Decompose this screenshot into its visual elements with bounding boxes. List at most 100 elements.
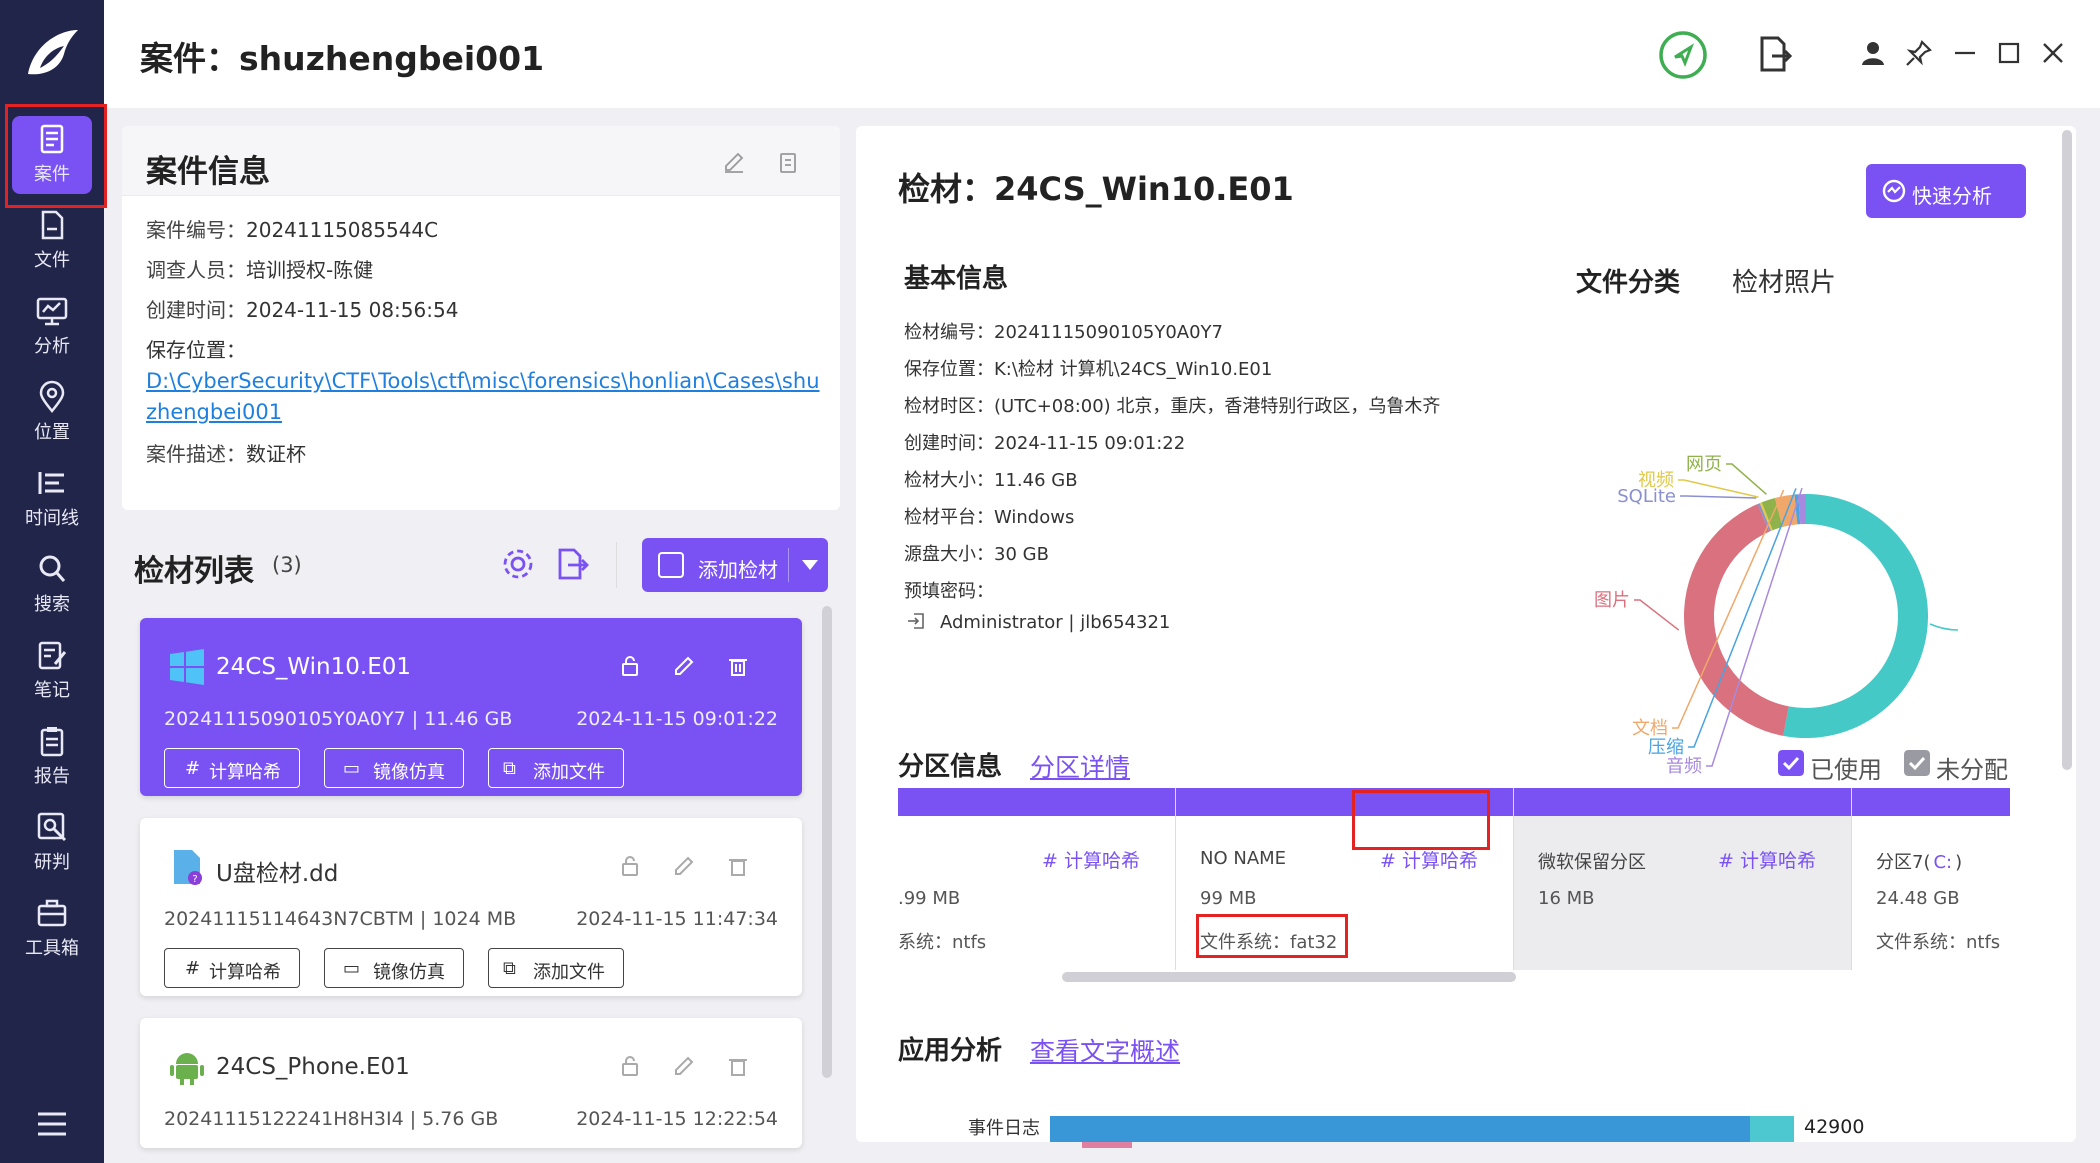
add-file-button[interactable]: ⧉ 添加文件 (488, 748, 624, 788)
edit-icon[interactable] (722, 150, 746, 174)
info-row: 保存位置：K:\检材 计算机\24CS_Win10.E01 (904, 359, 1273, 380)
edit-icon[interactable] (672, 854, 696, 878)
sidebar-item-label: 笔记 (34, 680, 70, 701)
evidence-card[interactable]: 24CS_Win10.E01 20241115090105Y0A0Y7 | 11… (140, 618, 802, 796)
trash-icon[interactable] (726, 1054, 750, 1078)
compute-hash-link[interactable]: # 计算哈希 (1042, 846, 1140, 873)
quick-analysis-button[interactable]: 快速分析 (1866, 164, 2026, 218)
used-label: 已使用 (1810, 756, 1882, 784)
trash-icon[interactable] (726, 654, 750, 678)
sidebar-item-timeline[interactable]: 时间线 (0, 456, 104, 538)
add-evidence-button[interactable]: 添加检材 (642, 538, 828, 592)
detail-scrollbar[interactable] (2062, 130, 2072, 770)
evidence-meta: 20241115090105Y0A0Y7 | 11.46 GB (164, 708, 513, 730)
edit-icon[interactable] (672, 654, 696, 678)
edit-icon[interactable] (672, 1054, 696, 1078)
sidebar-item-label: 搜索 (34, 594, 70, 615)
menu-icon[interactable] (36, 1110, 68, 1138)
partition-column[interactable]: 微软保留分区 16 MB # 计算哈希 (1514, 788, 1852, 970)
compute-hash-link[interactable]: # 计算哈希 (1380, 846, 1478, 873)
donut-slice-其他[interactable] (1783, 494, 1928, 738)
sidebar-item-report[interactable]: 报告 (0, 714, 104, 796)
partition-column[interactable]: .99 MB 系统：ntfs # 计算哈希 (898, 788, 1176, 970)
compute-hash-button[interactable]: # 计算哈希 (164, 948, 300, 988)
slice-label: 音频 (1666, 756, 1702, 777)
rocket-icon[interactable] (1658, 30, 1708, 80)
tab-file-category[interactable]: 文件分类 (1576, 262, 1680, 299)
lock-icon[interactable] (618, 854, 642, 878)
export-icon[interactable] (554, 546, 590, 582)
bar-label: 事件日志 (968, 1118, 1040, 1139)
timeline-icon (38, 472, 64, 494)
used-checkbox[interactable] (1778, 750, 1804, 776)
pin-icon[interactable] (1904, 38, 1934, 68)
compute-hash-link[interactable]: # 计算哈希 (1718, 846, 1816, 873)
svg-text:?: ? (192, 874, 197, 885)
donut-slice-图片[interactable] (1684, 504, 1789, 736)
description-row: 案件描述：数证杯 (146, 442, 306, 466)
case-number-row: 案件编号：20241115085544C (146, 218, 439, 242)
info-row: 检材时区：(UTC+08:00) 北京，重庆，香港特别行政区，乌鲁木齐 (904, 396, 1441, 417)
unallocated-checkbox[interactable] (1904, 750, 1930, 776)
evidence-card[interactable]: ? U盘检材.dd 20241115114643N7CBTM | 1024 MB… (140, 818, 802, 996)
highlight-box (1196, 914, 1348, 958)
view-text-summary-link[interactable]: 查看文字概述 (1030, 1032, 1180, 1068)
lock-icon[interactable] (618, 654, 642, 678)
export-file-icon[interactable] (1754, 34, 1794, 74)
partition-column[interactable]: 分区7(C:) 24.48 GB 文件系统：ntfs (1852, 788, 2010, 970)
evidence-card[interactable]: 24CS_Phone.E01 20241115122241H8H3I4 | 5.… (140, 1018, 802, 1148)
mirror-simulation-button[interactable]: ▭ 镜像仿真 (324, 748, 464, 788)
divider (616, 542, 617, 588)
partition-size: .99 MB (898, 888, 961, 909)
evidence-name: U盘检材.dd (216, 861, 339, 887)
add-file-icon: ⧉ (503, 758, 516, 779)
add-file-button[interactable]: ⧉ 添加文件 (488, 948, 624, 988)
tab-evidence-photo[interactable]: 检材照片 (1732, 262, 1836, 299)
evidence-date: 2024-11-15 09:01:22 (576, 708, 778, 730)
trash-icon[interactable] (726, 854, 750, 878)
sidebar-item-file[interactable]: 文件 (0, 198, 104, 280)
quick-analysis-icon (1882, 179, 1906, 203)
file-category-donut-chart: 网页视频SQLite图片文档压缩音频 (1594, 454, 1959, 777)
evidence-date: 2024-11-15 12:22:54 (576, 1108, 778, 1130)
partition-name: 微软保留分区 (1538, 852, 1646, 873)
sidebar-item-analysis[interactable]: 分析 (0, 284, 104, 366)
app-logo-icon (28, 30, 78, 75)
evidence-list-title: 检材列表 (134, 554, 254, 589)
clipboard-icon[interactable] (776, 150, 800, 174)
close-icon[interactable] (2038, 38, 2068, 68)
evidence-name: 24CS_Win10.E01 (216, 654, 412, 680)
title-bar: 案件：shuzhengbei001 (104, 0, 2100, 108)
partition-detail-link[interactable]: 分区详情 (1030, 748, 1130, 784)
chevron-down-icon[interactable] (802, 560, 818, 570)
evidence-title: 检材：24CS_Win10.E01 (898, 170, 1294, 208)
sidebar-item-notes[interactable]: 笔记 (0, 628, 104, 710)
user-icon[interactable] (1858, 38, 1888, 68)
monitor-icon: ▭ (343, 758, 361, 779)
case-location-link[interactable]: D:\CyberSecurity\CTF\Tools\ctf\misc\fore… (146, 366, 822, 428)
sidebar-item-toolbox[interactable]: 工具箱 (0, 886, 104, 968)
partition-horizontal-scrollbar[interactable] (1062, 972, 1516, 982)
case-info-header: 案件信息 (122, 126, 840, 196)
lock-icon[interactable] (618, 1054, 642, 1078)
evidence-list-scrollbar[interactable] (822, 606, 832, 1078)
page-title: 案件：shuzhengbei001 (140, 39, 545, 78)
slice-label: SQLite (1617, 486, 1676, 507)
settings-gear-icon[interactable] (500, 546, 536, 582)
evidence-meta: 20241115122241H8H3I4 | 5.76 GB (164, 1108, 499, 1130)
minimize-icon[interactable] (1950, 38, 1980, 68)
sidebar-item-location[interactable]: 位置 (0, 370, 104, 452)
mirror-simulation-button[interactable]: ▭ 镜像仿真 (324, 948, 464, 988)
search-icon (39, 555, 66, 582)
compute-hash-button[interactable]: # 计算哈希 (164, 748, 300, 788)
sidebar-item-research[interactable]: 研判 (0, 800, 104, 882)
add-file-icon: ⧉ (503, 958, 516, 979)
event-log-bar (1050, 1116, 1750, 1142)
info-row: 检材编号：20241115090105Y0A0Y7 (904, 322, 1223, 343)
sidebar-item-label: 时间线 (25, 508, 79, 529)
login-icon (908, 613, 924, 629)
maximize-icon[interactable] (1994, 38, 2024, 68)
leader-line (1726, 463, 1767, 495)
info-row: 检材平台：Windows (904, 507, 1075, 528)
sidebar-item-search[interactable]: 搜索 (0, 542, 104, 624)
